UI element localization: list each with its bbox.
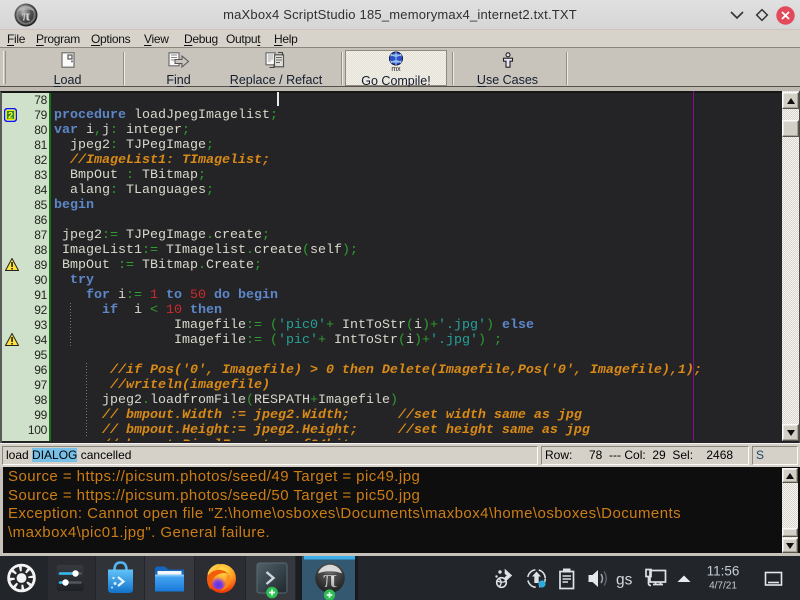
svg-text:4/7/21: 4/7/21 (709, 581, 737, 592)
svg-text:mx: mx (391, 66, 401, 72)
svg-text:11:56: 11:56 (707, 564, 740, 579)
svg-text:gs: gs (616, 572, 633, 589)
svg-text:π: π (323, 564, 337, 593)
svg-text:2: 2 (8, 111, 13, 121)
svg-text:π: π (22, 9, 31, 25)
